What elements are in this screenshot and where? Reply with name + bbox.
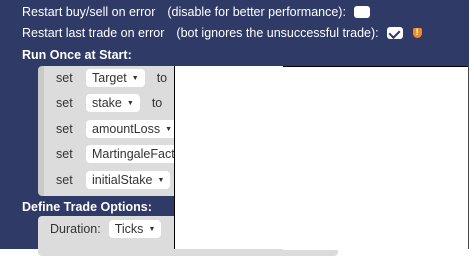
set-block-stake[interactable]: set stake ▼ to xyxy=(56,93,162,113)
workspace-panel: Restart buy/sell on error (disable for b… xyxy=(0,0,469,256)
set-block-amountloss[interactable]: set amountLoss▼ t xyxy=(56,119,194,139)
caret-down-icon: ▼ xyxy=(157,176,165,184)
to-keyword: to xyxy=(156,71,168,85)
run-once-title: Run Once at Start: xyxy=(22,48,132,62)
variable-dropdown-amountloss[interactable]: amountLoss ▼ xyxy=(86,120,179,138)
variable-name: stake xyxy=(92,96,122,110)
restart-last-trade-label: Restart last trade on error xyxy=(22,26,165,40)
set-keyword: set xyxy=(56,96,73,110)
duration-block[interactable]: Duration: Ticks ▼ xyxy=(50,219,173,239)
restart-last-trade-checkbox[interactable] xyxy=(386,27,403,39)
restart-buy-sell-note: (disable for better performance): xyxy=(167,5,346,19)
restart-buy-sell-row: Restart buy/sell on error (disable for b… xyxy=(22,5,370,19)
duration-dropdown[interactable]: Ticks ▼ xyxy=(108,220,162,238)
variable-name: initialStake xyxy=(92,173,153,187)
duration-value: Ticks xyxy=(114,222,144,236)
set-keyword: set xyxy=(56,71,73,85)
variable-dropdown-initialstake[interactable]: initialStake ▼ xyxy=(86,171,171,189)
caret-down-icon: ▼ xyxy=(131,74,139,82)
restart-buy-sell-label: Restart buy/sell on error xyxy=(22,5,156,19)
trade-options-title: Define Trade Options: xyxy=(22,200,152,214)
set-keyword: set xyxy=(56,147,73,161)
to-keyword: to xyxy=(151,96,163,110)
variable-dropdown-target[interactable]: Target ▼ xyxy=(86,69,145,87)
restart-last-trade-note: (bot ignores the unsuccessful trade): xyxy=(176,26,379,40)
duration-label: Duration: xyxy=(50,222,101,236)
set-keyword: set xyxy=(56,122,73,136)
restart-buy-sell-checkbox[interactable] xyxy=(353,6,370,18)
set-block-initialstake[interactable]: set initialStake▼ to xyxy=(56,170,193,190)
variable-name: MartingaleFactor xyxy=(92,147,186,161)
warning-shield-icon[interactable] xyxy=(412,27,422,38)
set-keyword: set xyxy=(56,173,73,187)
blank-right-area xyxy=(283,66,469,250)
caret-down-icon: ▼ xyxy=(148,225,156,233)
caret-down-icon: ▼ xyxy=(165,125,173,133)
caret-down-icon: ▼ xyxy=(126,99,134,107)
set-block-target[interactable]: set Target ▼ to xyxy=(56,68,167,88)
panel-divider xyxy=(468,66,469,249)
variable-name: Target xyxy=(92,71,127,85)
variable-name: amountLoss xyxy=(92,122,161,136)
variable-dropdown-stake[interactable]: stake ▼ xyxy=(86,94,140,112)
blank-overlay-panel xyxy=(174,66,284,249)
restart-last-trade-row: Restart last trade on error (bot ignores… xyxy=(22,26,422,40)
